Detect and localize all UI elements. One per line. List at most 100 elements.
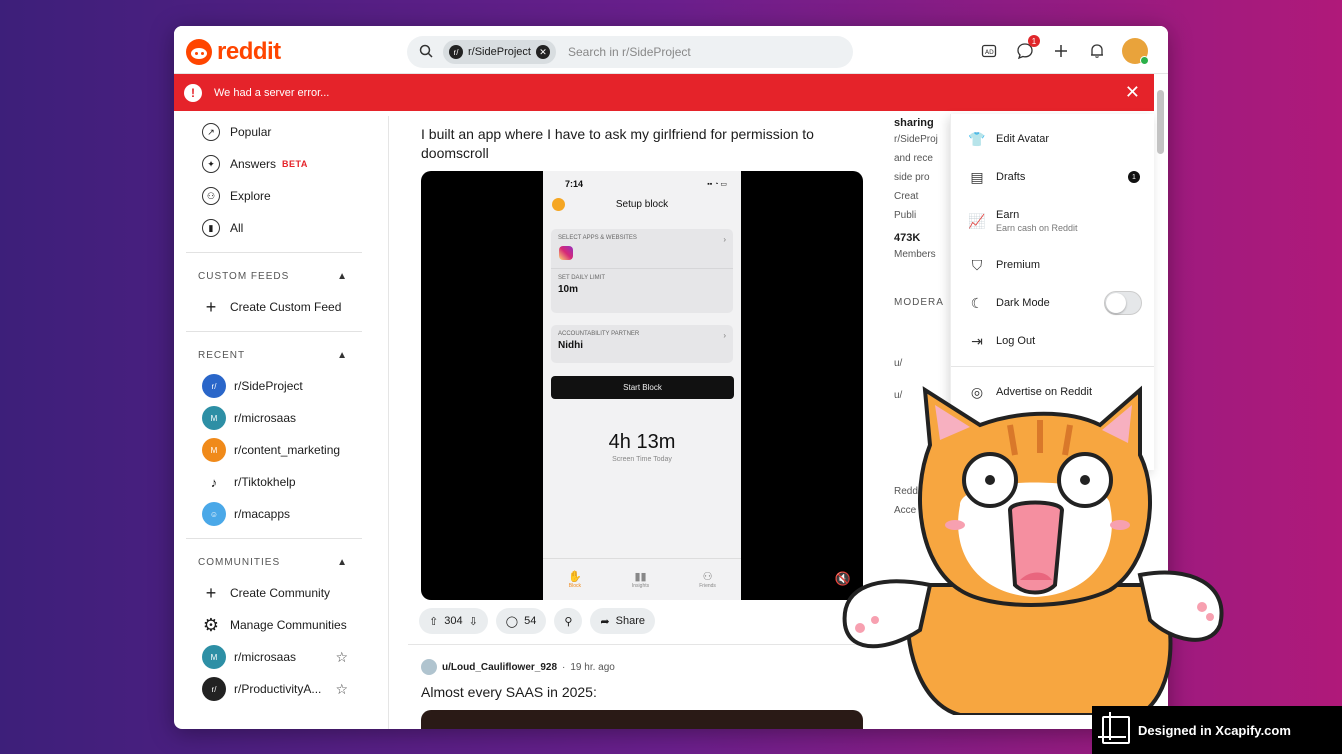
star-icon[interactable]: ☆ xyxy=(335,681,348,698)
members-count: 473K xyxy=(894,232,921,244)
sidebar-item-label: All xyxy=(230,221,244,235)
chevron-up-icon: ▲ xyxy=(337,270,348,282)
svg-text:AD: AD xyxy=(985,49,994,56)
post-title[interactable]: Almost every SAAS in 2025: xyxy=(408,683,878,702)
upvote-icon[interactable]: ⇧ xyxy=(429,615,438,628)
menu-item-drafts[interactable]: ▤ Drafts 1 xyxy=(951,158,1154,196)
shield-icon: ⛉ xyxy=(971,256,983,273)
sidebar-item-sideproject[interactable]: r/ r/SideProject xyxy=(186,370,362,402)
popular-icon: ↗ xyxy=(202,123,220,141)
dark-mode-toggle[interactable] xyxy=(1104,291,1142,315)
notifications-bell-icon[interactable] xyxy=(1086,40,1108,62)
moderator-link[interactable]: u/ xyxy=(894,356,954,372)
phone-tab-label: Insights xyxy=(631,583,650,589)
menu-item-edit-avatar[interactable]: 👕 Edit Avatar xyxy=(951,120,1154,158)
left-sidebar: ↗ Popular ✦ Answers BETA ⚇ Explore ▮ All… xyxy=(186,116,362,705)
sidebar-item-answers[interactable]: ✦ Answers BETA xyxy=(186,148,362,180)
drafts-badge: 1 xyxy=(1128,171,1140,183)
members-label: Members xyxy=(894,249,936,260)
chevron-up-icon: ▲ xyxy=(337,556,348,568)
award-icon: ⚲ xyxy=(564,615,573,628)
post-video[interactable] xyxy=(421,710,863,729)
clear-scope-icon[interactable]: ✕ xyxy=(535,45,550,59)
document-icon: ▤ xyxy=(970,168,984,185)
header-actions: AD 1 xyxy=(978,35,1149,65)
logo-text: reddit xyxy=(217,38,281,65)
search-icon xyxy=(419,44,435,60)
comment-count: 54 xyxy=(524,615,537,627)
sidebar-item-label: r/content_marketing xyxy=(234,443,341,457)
subreddit-avatar: M xyxy=(202,406,226,430)
create-post-icon[interactable] xyxy=(1050,40,1072,62)
friends-icon: ⚇ xyxy=(702,571,713,583)
share-button[interactable]: ➦ Share xyxy=(590,608,655,634)
search-bar[interactable]: r/ r/SideProject ✕ Search in r/SideProje… xyxy=(407,36,853,68)
scrollbar[interactable] xyxy=(1157,90,1164,154)
chevron-right-icon: › xyxy=(723,235,726,244)
community-item-productivity[interactable]: r/ r/ProductivityA... ☆ xyxy=(186,673,362,705)
subreddit-icon: r/ xyxy=(449,45,463,59)
sidebar-item-label: r/macapps xyxy=(234,507,291,521)
phone-screenshot: 7:14 ▪▪ ◔ ▭ Setup block SELECT APPS & WE… xyxy=(543,171,741,600)
menu-item-earn[interactable]: 📈 Earn Earn cash on Reddit xyxy=(951,196,1154,246)
sidebar-item-tiktokhelp[interactable]: ♪ r/Tiktokhelp xyxy=(186,466,362,498)
sidebar-item-label: r/microsaas xyxy=(234,650,297,664)
phone-tab-label: Block xyxy=(568,583,582,589)
gear-icon: ⚙ xyxy=(202,614,220,635)
close-icon[interactable]: ✕ xyxy=(1125,82,1140,103)
menu-item-premium[interactable]: ⛉ Premium xyxy=(951,246,1154,284)
share-icon: ➦ xyxy=(600,615,610,628)
sidebar-item-all[interactable]: ▮ All xyxy=(186,212,362,244)
sidebar-item-microsaas[interactable]: M r/microsaas xyxy=(186,402,362,434)
post-author[interactable]: u/Loud_Cauliflower_928 xyxy=(442,662,557,673)
advertise-icon[interactable]: AD xyxy=(978,40,1000,62)
moderators-heading: MODERA xyxy=(894,297,944,308)
create-community-button[interactable]: + Create Community xyxy=(186,577,362,609)
instagram-icon xyxy=(559,246,573,260)
phone-label: ACCOUNTABILITY PARTNER xyxy=(558,331,640,337)
subreddit-avatar: ☺ xyxy=(202,502,226,526)
menu-item-label: Log Out xyxy=(996,335,1036,347)
vote-button[interactable]: ⇧ 304 ⇩ xyxy=(419,608,488,634)
user-avatar[interactable] xyxy=(1122,38,1149,65)
top-header: reddit r/ r/SideProject ✕ Search in r/Si… xyxy=(174,26,1168,74)
chevron-up-icon: ▲ xyxy=(337,349,348,361)
comments-button[interactable]: ◯ 54 xyxy=(495,608,547,634)
post-video[interactable]: 7:14 ▪▪ ◔ ▭ Setup block SELECT APPS & WE… xyxy=(421,171,863,600)
custom-feeds-header[interactable]: CUSTOM FEEDS ▲ xyxy=(186,261,362,291)
hand-icon: ✋ xyxy=(568,571,582,583)
xcapify-watermark: Designed in Xcapify.com xyxy=(1092,706,1342,754)
phone-card: SELECT APPS & WEBSITES › SET DAILY LIMIT… xyxy=(551,229,733,313)
downvote-icon[interactable]: ⇩ xyxy=(469,615,478,628)
post-meta: u/Loud_Cauliflower_928 · 19 hr. ago xyxy=(421,659,878,675)
menu-item-dark-mode[interactable]: ☾ Dark Mode xyxy=(951,284,1154,322)
create-custom-feed-button[interactable]: + Create Custom Feed xyxy=(186,291,362,323)
explore-icon: ⚇ xyxy=(202,187,220,205)
chat-icon[interactable]: 1 xyxy=(1014,35,1040,62)
sidebar-item-label: Explore xyxy=(230,189,271,203)
award-button[interactable]: ⚲ xyxy=(554,608,583,634)
sidebar-item-macapps[interactable]: ☺ r/macapps xyxy=(186,498,362,530)
recent-header[interactable]: RECENT ▲ xyxy=(186,340,362,370)
sidebar-divider xyxy=(388,116,389,729)
post-title[interactable]: I built an app where I have to ask my gi… xyxy=(408,125,878,163)
sidebar-item-label: Manage Communities xyxy=(230,618,347,632)
section-heading: COMMUNITIES xyxy=(198,556,281,568)
sidebar-item-label: Popular xyxy=(230,125,272,139)
sidebar-item-explore[interactable]: ⚇ Explore xyxy=(186,180,362,212)
manage-communities-button[interactable]: ⚙ Manage Communities xyxy=(186,609,362,641)
sidebar-item-content-marketing[interactable]: M r/content_marketing xyxy=(186,434,362,466)
sidebar-item-popular[interactable]: ↗ Popular xyxy=(186,116,362,148)
watermark-text: Designed in Xcapify.com xyxy=(1138,722,1291,738)
star-icon[interactable]: ☆ xyxy=(335,649,348,666)
subreddit-avatar: M xyxy=(202,645,226,669)
search-chip-label: r/SideProject xyxy=(468,46,531,58)
menu-item-log-out[interactable]: ⇥ Log Out xyxy=(951,322,1154,360)
community-item-microsaas[interactable]: M r/microsaas ☆ xyxy=(186,641,362,673)
communities-header[interactable]: COMMUNITIES ▲ xyxy=(186,547,362,577)
beta-badge: BETA xyxy=(282,159,308,169)
reddit-logo[interactable]: reddit xyxy=(186,38,281,66)
search-scope-chip[interactable]: r/ r/SideProject ✕ xyxy=(443,40,556,64)
chevron-right-icon: › xyxy=(723,331,726,340)
search-input[interactable]: Search in r/SideProject xyxy=(568,45,691,59)
